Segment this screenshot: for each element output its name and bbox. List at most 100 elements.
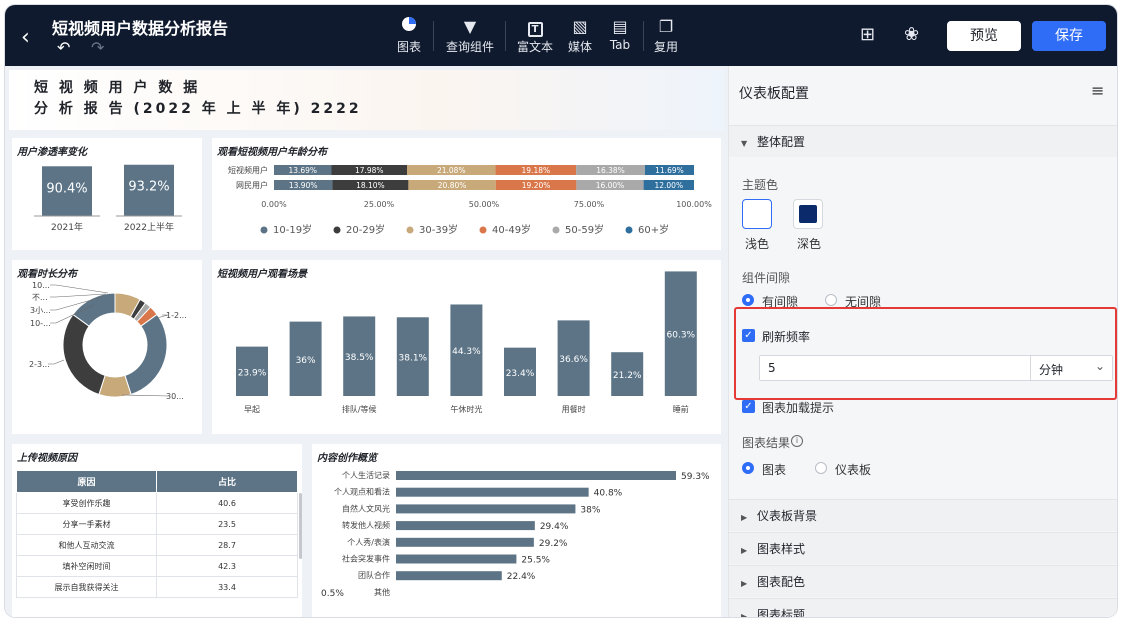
tool-richtext[interactable]: T 富文本 xyxy=(516,16,554,55)
legend-label: 60+岁 xyxy=(638,223,669,236)
tool-reuse[interactable]: ❐ 复用 xyxy=(653,16,679,55)
table-header[interactable]: 占比 xyxy=(156,470,298,493)
caret-right-icon: ▶ xyxy=(741,546,748,555)
tick-label: 75.00% xyxy=(574,200,605,209)
bar-value-label: 60.3% xyxy=(667,331,696,341)
category-label: 2022上半年 xyxy=(124,221,174,233)
palette-icon[interactable]: ❀ xyxy=(904,24,919,45)
redo-icon[interactable]: ↷ xyxy=(91,38,104,57)
category-label: 午休时光 xyxy=(450,404,482,414)
segment-label: 19.20% xyxy=(522,181,551,190)
bar-value-label: 23.4% xyxy=(506,369,535,379)
report-header[interactable]: 短 视 频 用 户 数 据 分 析 报 告 (2022 年 上 半 年) 222… xyxy=(9,70,724,130)
bar-value-label: 38.1% xyxy=(399,354,428,364)
theme-dark-swatch[interactable] xyxy=(793,199,823,229)
bar-value-label: 22.4% xyxy=(507,572,536,582)
loading-label: 图表加载提示 xyxy=(762,401,835,415)
card-upload[interactable]: 上传视频原因 原因 占比 享受创作乐趣 40.6 分享一手素材 23.5 和他人互动… xyxy=(12,444,302,617)
card-scene[interactable]: 短视频用户观看场景 23.9% 早起 36% 38.5% 排队/等候 38.1% 44.3%… xyxy=(212,260,721,434)
bar-value-label: 29.4% xyxy=(540,522,569,532)
section-dashboard-bg[interactable]: ▶ 仪表板背景 xyxy=(729,499,1117,531)
category-label: 个人秀/表演 xyxy=(347,537,390,547)
segment-label: 13.69% xyxy=(288,166,317,175)
category-label: 个人观点和看法 xyxy=(334,487,390,497)
creation-bar xyxy=(396,471,676,480)
bar-value-label: 93.2% xyxy=(128,180,169,195)
card-penetration[interactable]: 用户渗透率变化 90.4% 2021年 93.2% 2022上半年 xyxy=(12,138,202,250)
table-header[interactable]: 原因 xyxy=(16,470,157,493)
undo-icon[interactable]: ↶ xyxy=(57,38,70,57)
card-creation[interactable]: 内容创作概览 个人生活记录 59.3% 个人观点和看法 40.8% 自然人文风光 38% 转… xyxy=(312,444,721,617)
donut-label: 30... xyxy=(166,392,184,401)
creation-bar xyxy=(396,504,576,514)
legend-label: 30-39岁 xyxy=(419,223,458,236)
tool-query[interactable]: ▼ 查询组件 xyxy=(445,16,495,55)
theme-light-swatch[interactable] xyxy=(742,199,772,229)
card-duration[interactable]: 观看时长分布 10... 不... 3小... 10-... 1-2... 2-3... 3… xyxy=(12,260,202,434)
legend-marker xyxy=(406,226,414,234)
tool-media[interactable]: ▧ 媒体 xyxy=(567,16,593,55)
tool-chart[interactable]: 图表 xyxy=(397,16,421,55)
bar-value-label: 36% xyxy=(296,356,316,366)
report-title: 短视频用户数据分析报告 xyxy=(52,19,229,38)
table-scrollbar[interactable] xyxy=(299,493,302,559)
segment-label: 20.80% xyxy=(438,181,467,190)
save-button[interactable]: 保存 xyxy=(1032,21,1106,51)
highlight-box xyxy=(734,307,1117,400)
section-chart-title[interactable]: ▶ 图表标题 xyxy=(729,598,1117,617)
category-label: 排队/等候 xyxy=(342,404,377,414)
bar-value-label: 40.8% xyxy=(594,489,623,499)
creation-chart: 个人生活记录 59.3% 个人观点和看法 40.8% 自然人文风光 38% 转发他人视频 29… xyxy=(321,470,710,599)
segment-label: 18.10% xyxy=(356,181,385,190)
legend-marker xyxy=(333,226,341,234)
gap-no-radio[interactable] xyxy=(825,294,837,306)
table-row: 和他人互动交流 28.7 xyxy=(16,534,298,556)
category-label: 2021年 xyxy=(51,221,83,233)
layout-check-icon[interactable]: ⊞ xyxy=(860,24,875,45)
legend-marker xyxy=(552,226,560,234)
penetration-chart: 90.4% 2021年 93.2% 2022上半年 xyxy=(34,164,182,233)
creation-bar xyxy=(396,487,589,497)
result-chart-radio[interactable] xyxy=(742,462,754,474)
legend-label: 50-59岁 xyxy=(565,223,604,236)
tool-tab[interactable]: ▤ Tab xyxy=(609,16,631,52)
back-icon[interactable]: ‹ xyxy=(21,25,30,50)
section-overall[interactable]: ▼ 整体配置 xyxy=(729,125,1117,157)
bar-value-label: 0.5% xyxy=(321,589,344,599)
segment-label: 16.00% xyxy=(596,181,625,190)
dashboard-editor: ‹ 短视频用户数据分析报告 ↶ ↷ 图表 ▼ 查询组件 T 富文本 ▧ 媒体 ▤… xyxy=(5,5,1117,617)
toolbar-divider xyxy=(505,21,506,51)
card-age[interactable]: 观看短视频用户年龄分布 短视频用户 13.69% 17.98% 21.08% 19.18… xyxy=(212,138,721,250)
donut-label: 1-2... xyxy=(166,311,187,320)
category-label: 团队合作 xyxy=(358,570,390,580)
segment-label: 11.69% xyxy=(655,166,684,175)
gap-yes-radio[interactable] xyxy=(742,294,754,306)
bar-value-label: 38.5% xyxy=(345,353,374,363)
section-chart-colors[interactable]: ▶ 图表配色 xyxy=(729,565,1117,597)
bar-value-label: 38% xyxy=(580,505,600,515)
preview-button[interactable]: 预览 xyxy=(947,21,1021,51)
section-chart-style[interactable]: ▶ 图表样式 xyxy=(729,532,1117,564)
tab-icon: ▤ xyxy=(612,17,628,36)
donut-slice xyxy=(62,313,106,396)
creation-bar xyxy=(396,521,535,531)
info-icon[interactable]: i xyxy=(791,435,803,447)
bar-value-label: 23.9% xyxy=(238,368,267,378)
tick-label: 25.00% xyxy=(364,200,395,209)
caret-right-icon: ▶ xyxy=(741,612,748,617)
toolbar-divider xyxy=(433,21,434,51)
leader-line xyxy=(50,284,109,294)
menu-icon[interactable]: ≡ xyxy=(1091,81,1104,100)
category-label: 其他 xyxy=(374,587,390,597)
loading-checkbox[interactable]: ✓ xyxy=(742,400,755,413)
category-label: 自然人文风光 xyxy=(342,503,390,513)
tick-label: 0.00% xyxy=(261,200,287,209)
category-label: 社会突发事件 xyxy=(342,554,390,564)
config-panel: 仪表板配置 ≡ ▼ 整体配置 主题色 浅色 深色 组件间隙 有间隙 无间隙 ✓ 刷… xyxy=(728,66,1117,617)
row-label: 短视频用户 xyxy=(228,165,268,175)
copy-icon: ❐ xyxy=(658,17,674,36)
duration-chart: 10... 不... 3小... 10-... 1-2... 2-3... 30... xyxy=(29,281,187,401)
result-dashboard-radio[interactable] xyxy=(815,462,827,474)
bar-value-label: 25.5% xyxy=(521,556,550,566)
legend-marker xyxy=(625,226,633,234)
